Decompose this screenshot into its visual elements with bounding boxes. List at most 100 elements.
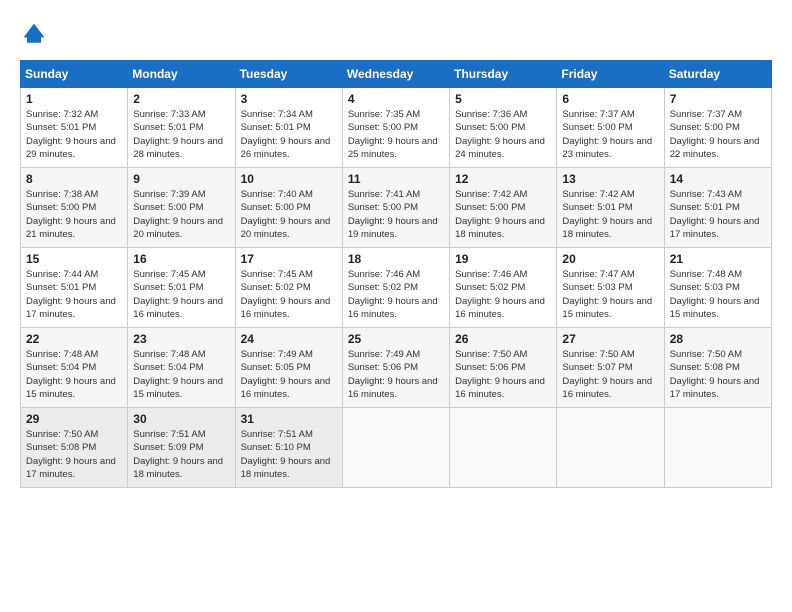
day-number: 13: [562, 172, 658, 186]
day-number: 3: [241, 92, 337, 106]
calendar-day-cell: 3 Sunrise: 7:34 AMSunset: 5:01 PMDayligh…: [235, 88, 342, 168]
calendar-day-cell: 2 Sunrise: 7:33 AMSunset: 5:01 PMDayligh…: [128, 88, 235, 168]
calendar-table: SundayMondayTuesdayWednesdayThursdayFrid…: [20, 60, 772, 488]
day-number: 18: [348, 252, 444, 266]
calendar-day-cell: 8 Sunrise: 7:38 AMSunset: 5:00 PMDayligh…: [21, 168, 128, 248]
day-number: 11: [348, 172, 444, 186]
day-info: Sunrise: 7:42 AMSunset: 5:01 PMDaylight:…: [562, 189, 652, 240]
day-number: 28: [670, 332, 766, 346]
day-number: 20: [562, 252, 658, 266]
weekday-header-cell: Tuesday: [235, 61, 342, 88]
calendar-day-cell: 25 Sunrise: 7:49 AMSunset: 5:06 PMDaylig…: [342, 328, 449, 408]
calendar-day-cell: [664, 408, 771, 488]
logo: [20, 20, 52, 48]
calendar-day-cell: 30 Sunrise: 7:51 AMSunset: 5:09 PMDaylig…: [128, 408, 235, 488]
calendar-week-row: 15 Sunrise: 7:44 AMSunset: 5:01 PMDaylig…: [21, 248, 772, 328]
calendar-week-row: 8 Sunrise: 7:38 AMSunset: 5:00 PMDayligh…: [21, 168, 772, 248]
day-info: Sunrise: 7:46 AMSunset: 5:02 PMDaylight:…: [348, 269, 438, 320]
day-info: Sunrise: 7:50 AMSunset: 5:06 PMDaylight:…: [455, 349, 545, 400]
calendar-day-cell: 19 Sunrise: 7:46 AMSunset: 5:02 PMDaylig…: [450, 248, 557, 328]
day-info: Sunrise: 7:45 AMSunset: 5:01 PMDaylight:…: [133, 269, 223, 320]
day-info: Sunrise: 7:37 AMSunset: 5:00 PMDaylight:…: [562, 109, 652, 160]
day-number: 9: [133, 172, 229, 186]
day-info: Sunrise: 7:49 AMSunset: 5:05 PMDaylight:…: [241, 349, 331, 400]
page-header: [20, 20, 772, 48]
calendar-day-cell: 11 Sunrise: 7:41 AMSunset: 5:00 PMDaylig…: [342, 168, 449, 248]
calendar-day-cell: 5 Sunrise: 7:36 AMSunset: 5:00 PMDayligh…: [450, 88, 557, 168]
day-info: Sunrise: 7:48 AMSunset: 5:04 PMDaylight:…: [26, 349, 116, 400]
day-number: 25: [348, 332, 444, 346]
day-number: 27: [562, 332, 658, 346]
day-info: Sunrise: 7:47 AMSunset: 5:03 PMDaylight:…: [562, 269, 652, 320]
calendar-day-cell: 9 Sunrise: 7:39 AMSunset: 5:00 PMDayligh…: [128, 168, 235, 248]
calendar-day-cell: [557, 408, 664, 488]
calendar-day-cell: 1 Sunrise: 7:32 AMSunset: 5:01 PMDayligh…: [21, 88, 128, 168]
calendar-day-cell: 15 Sunrise: 7:44 AMSunset: 5:01 PMDaylig…: [21, 248, 128, 328]
day-info: Sunrise: 7:44 AMSunset: 5:01 PMDaylight:…: [26, 269, 116, 320]
calendar-day-cell: 16 Sunrise: 7:45 AMSunset: 5:01 PMDaylig…: [128, 248, 235, 328]
weekday-header-cell: Thursday: [450, 61, 557, 88]
day-number: 31: [241, 412, 337, 426]
calendar-week-row: 29 Sunrise: 7:50 AMSunset: 5:08 PMDaylig…: [21, 408, 772, 488]
day-number: 5: [455, 92, 551, 106]
calendar-day-cell: 29 Sunrise: 7:50 AMSunset: 5:08 PMDaylig…: [21, 408, 128, 488]
day-info: Sunrise: 7:48 AMSunset: 5:03 PMDaylight:…: [670, 269, 760, 320]
calendar-week-row: 1 Sunrise: 7:32 AMSunset: 5:01 PMDayligh…: [21, 88, 772, 168]
weekday-header-cell: Sunday: [21, 61, 128, 88]
day-number: 29: [26, 412, 122, 426]
day-number: 16: [133, 252, 229, 266]
day-info: Sunrise: 7:35 AMSunset: 5:00 PMDaylight:…: [348, 109, 438, 160]
day-info: Sunrise: 7:45 AMSunset: 5:02 PMDaylight:…: [241, 269, 331, 320]
calendar-day-cell: 6 Sunrise: 7:37 AMSunset: 5:00 PMDayligh…: [557, 88, 664, 168]
day-number: 6: [562, 92, 658, 106]
day-info: Sunrise: 7:39 AMSunset: 5:00 PMDaylight:…: [133, 189, 223, 240]
day-number: 10: [241, 172, 337, 186]
day-info: Sunrise: 7:51 AMSunset: 5:09 PMDaylight:…: [133, 429, 223, 480]
day-info: Sunrise: 7:34 AMSunset: 5:01 PMDaylight:…: [241, 109, 331, 160]
day-info: Sunrise: 7:42 AMSunset: 5:00 PMDaylight:…: [455, 189, 545, 240]
day-number: 21: [670, 252, 766, 266]
day-number: 8: [26, 172, 122, 186]
day-info: Sunrise: 7:50 AMSunset: 5:08 PMDaylight:…: [26, 429, 116, 480]
day-info: Sunrise: 7:36 AMSunset: 5:00 PMDaylight:…: [455, 109, 545, 160]
calendar-week-row: 22 Sunrise: 7:48 AMSunset: 5:04 PMDaylig…: [21, 328, 772, 408]
day-info: Sunrise: 7:49 AMSunset: 5:06 PMDaylight:…: [348, 349, 438, 400]
day-info: Sunrise: 7:38 AMSunset: 5:00 PMDaylight:…: [26, 189, 116, 240]
calendar-day-cell: 12 Sunrise: 7:42 AMSunset: 5:00 PMDaylig…: [450, 168, 557, 248]
day-info: Sunrise: 7:32 AMSunset: 5:01 PMDaylight:…: [26, 109, 116, 160]
day-info: Sunrise: 7:43 AMSunset: 5:01 PMDaylight:…: [670, 189, 760, 240]
calendar-day-cell: 18 Sunrise: 7:46 AMSunset: 5:02 PMDaylig…: [342, 248, 449, 328]
day-number: 24: [241, 332, 337, 346]
calendar-day-cell: 13 Sunrise: 7:42 AMSunset: 5:01 PMDaylig…: [557, 168, 664, 248]
calendar-day-cell: 27 Sunrise: 7:50 AMSunset: 5:07 PMDaylig…: [557, 328, 664, 408]
calendar-day-cell: 4 Sunrise: 7:35 AMSunset: 5:00 PMDayligh…: [342, 88, 449, 168]
day-number: 2: [133, 92, 229, 106]
calendar-day-cell: 24 Sunrise: 7:49 AMSunset: 5:05 PMDaylig…: [235, 328, 342, 408]
day-number: 14: [670, 172, 766, 186]
calendar-day-cell: 31 Sunrise: 7:51 AMSunset: 5:10 PMDaylig…: [235, 408, 342, 488]
weekday-header-row: SundayMondayTuesdayWednesdayThursdayFrid…: [21, 61, 772, 88]
calendar-day-cell: 20 Sunrise: 7:47 AMSunset: 5:03 PMDaylig…: [557, 248, 664, 328]
day-number: 17: [241, 252, 337, 266]
calendar-page: SundayMondayTuesdayWednesdayThursdayFrid…: [0, 0, 792, 612]
day-number: 19: [455, 252, 551, 266]
day-number: 22: [26, 332, 122, 346]
weekday-header-cell: Monday: [128, 61, 235, 88]
calendar-day-cell: 14 Sunrise: 7:43 AMSunset: 5:01 PMDaylig…: [664, 168, 771, 248]
day-number: 4: [348, 92, 444, 106]
calendar-day-cell: 7 Sunrise: 7:37 AMSunset: 5:00 PMDayligh…: [664, 88, 771, 168]
day-info: Sunrise: 7:40 AMSunset: 5:00 PMDaylight:…: [241, 189, 331, 240]
calendar-day-cell: [450, 408, 557, 488]
day-number: 26: [455, 332, 551, 346]
day-info: Sunrise: 7:37 AMSunset: 5:00 PMDaylight:…: [670, 109, 760, 160]
weekday-header-cell: Wednesday: [342, 61, 449, 88]
day-info: Sunrise: 7:50 AMSunset: 5:08 PMDaylight:…: [670, 349, 760, 400]
weekday-header-cell: Saturday: [664, 61, 771, 88]
calendar-day-cell: 21 Sunrise: 7:48 AMSunset: 5:03 PMDaylig…: [664, 248, 771, 328]
calendar-day-cell: 28 Sunrise: 7:50 AMSunset: 5:08 PMDaylig…: [664, 328, 771, 408]
day-number: 1: [26, 92, 122, 106]
day-info: Sunrise: 7:41 AMSunset: 5:00 PMDaylight:…: [348, 189, 438, 240]
weekday-header-cell: Friday: [557, 61, 664, 88]
day-info: Sunrise: 7:51 AMSunset: 5:10 PMDaylight:…: [241, 429, 331, 480]
calendar-day-cell: 23 Sunrise: 7:48 AMSunset: 5:04 PMDaylig…: [128, 328, 235, 408]
